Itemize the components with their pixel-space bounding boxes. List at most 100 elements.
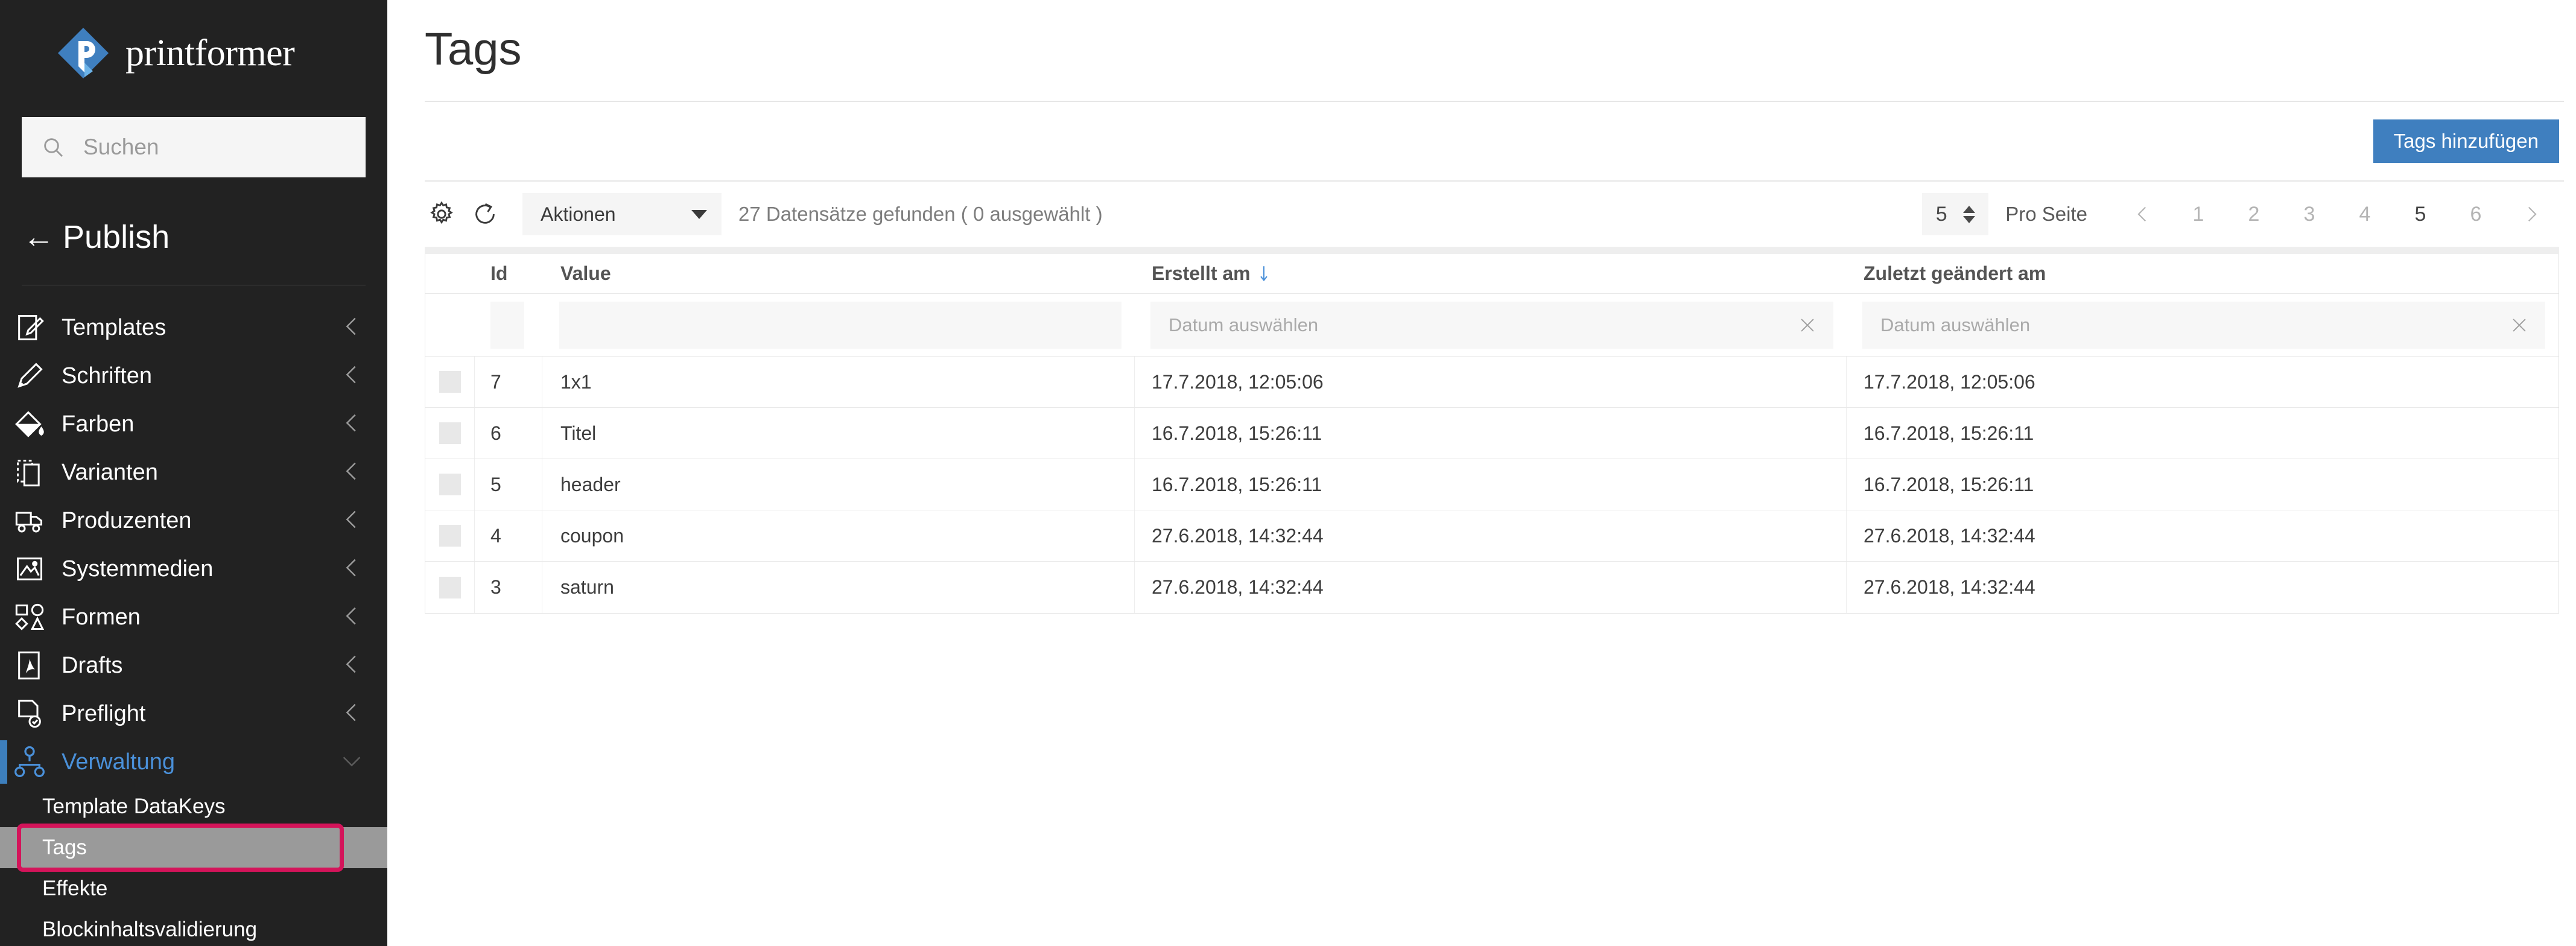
cell-id: 4	[490, 525, 501, 547]
cell-changed: 16.7.2018, 15:26:11	[1864, 422, 2034, 445]
close-icon[interactable]	[1797, 315, 1818, 335]
sidebar-item-label: Verwaltung	[62, 749, 338, 775]
cell-changed: 16.7.2018, 15:26:11	[1864, 474, 2034, 496]
filter-placeholder: Datum auswählen	[1880, 314, 2030, 336]
row-checkbox[interactable]	[439, 422, 461, 444]
arrow-left-icon: ←	[23, 221, 54, 253]
filter-placeholder: Datum auswählen	[1169, 314, 1318, 336]
sidebar-subitem-template-datakeys[interactable]: Template DataKeys	[0, 786, 387, 827]
sort-desc-icon	[1258, 264, 1270, 284]
sidebar-item-label: Systemmedien	[62, 556, 338, 582]
row-checkbox[interactable]	[439, 525, 461, 547]
chevron-right-icon[interactable]	[2504, 204, 2559, 224]
chevron-left-icon[interactable]	[338, 699, 366, 729]
per-page-stepper[interactable]: 5	[1922, 193, 1988, 235]
subitem-label: Tags	[42, 836, 87, 860]
page-link[interactable]: 1	[2171, 203, 2226, 226]
cell-id: 3	[490, 576, 501, 598]
sidebar-item-preflight[interactable]: Preflight	[0, 690, 387, 738]
shapes-icon	[11, 598, 48, 636]
search-icon	[41, 135, 65, 159]
sidebar-item-label: Drafts	[62, 653, 338, 679]
chevron-left-icon[interactable]	[338, 506, 366, 536]
close-icon[interactable]	[2509, 315, 2530, 335]
column-header-value[interactable]: Value	[560, 262, 611, 285]
sidebar-subitem-effekte[interactable]: Effekte	[0, 868, 387, 909]
row-checkbox[interactable]	[439, 371, 461, 393]
sidebar-item-verwaltung[interactable]: Verwaltung	[0, 738, 387, 786]
table-row[interactable]: 5 header 16.7.2018, 15:26:11 16.7.2018, …	[425, 459, 2559, 510]
sidebar-item-label: Varianten	[62, 460, 338, 486]
page-link[interactable]: 4	[2337, 203, 2393, 226]
chevron-left-icon[interactable]	[338, 457, 366, 488]
search-box[interactable]: Suchen	[22, 117, 366, 177]
chevron-down-icon[interactable]	[338, 747, 366, 778]
cell-changed: 27.6.2018, 14:32:44	[1864, 525, 2035, 547]
back-to-publish-button[interactable]: ← Publish	[0, 177, 387, 256]
column-header-changed[interactable]: Zuletzt geändert am	[1864, 262, 2046, 285]
column-header-created[interactable]: Erstellt am	[1152, 262, 1270, 285]
page-link[interactable]: 2	[2226, 203, 2282, 226]
page-link-active[interactable]: 5	[2393, 203, 2448, 226]
refresh-icon[interactable]	[468, 197, 502, 231]
sidebar: printformer Suchen ← Publish Templates	[0, 0, 387, 946]
page-link[interactable]: 3	[2282, 203, 2337, 226]
cell-created: 16.7.2018, 15:26:11	[1152, 474, 1322, 496]
org-chart-icon	[11, 743, 48, 781]
cell-created: 27.6.2018, 14:32:44	[1152, 576, 1324, 598]
sidebar-item-label: Produzenten	[62, 508, 338, 534]
sidebar-item-drafts[interactable]: Drafts	[0, 641, 387, 690]
sidebar-item-label: Formen	[62, 605, 338, 630]
add-tags-button[interactable]: Tags hinzufügen	[2373, 119, 2559, 163]
table-filter-row: Datum auswählen Datum auswählen	[425, 294, 2559, 357]
sidebar-item-produzenten[interactable]: Produzenten	[0, 497, 387, 545]
chevron-left-icon[interactable]	[338, 409, 366, 440]
sidebar-item-templates[interactable]: Templates	[0, 303, 387, 352]
sidebar-item-varianten[interactable]: Varianten	[0, 448, 387, 497]
filter-input-id[interactable]	[490, 302, 524, 349]
chevron-left-icon[interactable]	[338, 602, 366, 633]
page-link[interactable]: 6	[2448, 203, 2504, 226]
cell-changed: 17.7.2018, 12:05:06	[1864, 371, 2035, 393]
cell-created: 17.7.2018, 12:05:06	[1152, 371, 1324, 393]
filter-date-changed[interactable]: Datum auswählen	[1862, 302, 2545, 349]
table-row[interactable]: 4 coupon 27.6.2018, 14:32:44 27.6.2018, …	[425, 510, 2559, 562]
sidebar-item-schriften[interactable]: Schriften	[0, 352, 387, 400]
horizontal-scrollbar[interactable]	[425, 247, 2559, 254]
stepper-arrows-icon[interactable]	[1963, 206, 1975, 223]
row-checkbox[interactable]	[439, 577, 461, 598]
cell-id: 6	[490, 422, 501, 445]
sidebar-item-systemmedien[interactable]: Systemmedien	[0, 545, 387, 593]
table-row[interactable]: 7 1x1 17.7.2018, 12:05:06 17.7.2018, 12:…	[425, 357, 2559, 408]
actions-dropdown[interactable]: Aktionen	[522, 193, 722, 235]
brand-logo[interactable]: printformer	[0, 0, 387, 81]
sidebar-subitem-blockinhaltsvalidierung[interactable]: Blockinhaltsvalidierung	[0, 909, 387, 946]
chevron-left-icon[interactable]	[338, 361, 366, 392]
sidebar-subitem-tags[interactable]: Tags	[0, 827, 387, 868]
cell-id: 5	[490, 474, 501, 496]
chevron-left-icon[interactable]	[338, 313, 366, 343]
sidebar-item-farben[interactable]: Farben	[0, 400, 387, 448]
cell-changed: 27.6.2018, 14:32:44	[1864, 576, 2035, 598]
chevron-left-icon[interactable]	[2115, 204, 2171, 224]
truck-icon	[11, 502, 48, 539]
cell-created: 16.7.2018, 15:26:11	[1152, 422, 1322, 445]
subitem-label: Template DataKeys	[42, 795, 225, 819]
column-header-id[interactable]: Id	[490, 262, 507, 285]
table-header-row: Id Value Erstellt am Zuletzt geändert am	[425, 254, 2559, 294]
sidebar-item-label: Templates	[62, 315, 338, 341]
search-placeholder: Suchen	[83, 135, 159, 160]
filter-date-created[interactable]: Datum auswählen	[1150, 302, 1833, 349]
sidebar-item-formen[interactable]: Formen	[0, 593, 387, 641]
chevron-left-icon[interactable]	[338, 554, 366, 585]
row-checkbox[interactable]	[439, 474, 461, 495]
image-icon	[11, 550, 48, 588]
gear-icon[interactable]	[425, 197, 458, 231]
filter-input-value[interactable]	[559, 302, 1121, 349]
chevron-left-icon[interactable]	[338, 650, 366, 681]
tags-table: Id Value Erstellt am Zuletzt geändert am	[425, 254, 2559, 614]
pen-icon	[11, 357, 48, 395]
per-page-value: 5	[1936, 203, 1947, 226]
table-row[interactable]: 6 Titel 16.7.2018, 15:26:11 16.7.2018, 1…	[425, 408, 2559, 459]
table-row[interactable]: 3 saturn 27.6.2018, 14:32:44 27.6.2018, …	[425, 562, 2559, 613]
